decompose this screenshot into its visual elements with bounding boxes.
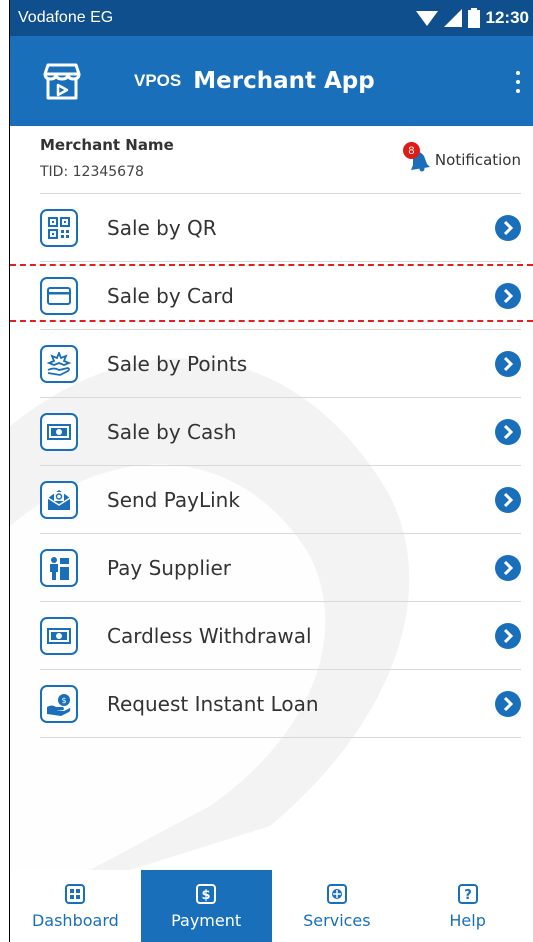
menu-item-label: Send PayLink — [107, 487, 240, 512]
status-icons: 12:30 — [415, 8, 533, 28]
notification-button[interactable]: 8 Notification — [402, 142, 521, 172]
clock: 12:30 — [485, 8, 529, 27]
signal-icon — [443, 9, 462, 27]
cash-icon — [40, 412, 78, 451]
chevron-right-icon — [495, 283, 521, 309]
services-icon — [326, 883, 348, 905]
chevron-right-icon — [495, 623, 521, 649]
menu-item-label: Sale by Cash — [107, 419, 237, 444]
nav-services[interactable]: Services — [272, 870, 403, 942]
menu-item-sale-by-qr[interactable]: Sale by QR — [40, 194, 521, 262]
menu-item-label: Sale by Card — [107, 283, 234, 308]
svg-text:?: ? — [464, 888, 472, 903]
more-vert-icon[interactable] — [515, 71, 521, 93]
svg-text:$: $ — [202, 888, 211, 903]
qr-code-icon — [40, 208, 78, 247]
notification-label: Notification — [434, 151, 521, 169]
menu-item-label: Cardless Withdrawal — [107, 623, 312, 648]
chevron-right-icon — [495, 215, 521, 241]
menu-item-label: Sale by QR — [107, 215, 217, 240]
chevron-right-icon — [495, 555, 521, 581]
app-bar: VPOS Merchant App — [10, 36, 533, 126]
menu-item-sale-by-cash[interactable]: Sale by Cash — [40, 398, 521, 466]
status-bar: Vodafone EG 12:30 — [10, 0, 533, 36]
chevron-right-icon — [495, 419, 521, 445]
dashboard-icon — [64, 883, 86, 905]
chevron-right-icon — [495, 691, 521, 717]
points-icon — [40, 344, 78, 383]
chevron-right-icon — [495, 351, 521, 377]
store-icon — [40, 59, 84, 103]
nav-help[interactable]: ? Help — [402, 870, 533, 942]
menu-item-pay-supplier[interactable]: Pay Supplier — [40, 534, 521, 602]
nav-label: Dashboard — [31, 910, 119, 930]
nav-label: Services — [303, 910, 371, 930]
carrier-name: Vodafone EG — [18, 9, 114, 26]
menu-item-sale-by-card[interactable]: Sale by Card — [40, 262, 521, 330]
notification-badge: 8 — [402, 142, 420, 159]
frame-border — [9, 0, 10, 942]
menu-item-send-paylink[interactable]: Send PayLink — [40, 466, 521, 534]
menu-item-cardless-withdrawal[interactable]: Cardless Withdrawal — [40, 602, 521, 670]
svg-text:$: $ — [61, 696, 66, 705]
app-title: Merchant App — [193, 68, 375, 94]
payment-menu: Sale by QR Sale by Card Sale by Points S… — [40, 194, 521, 738]
paylink-icon — [40, 480, 78, 519]
menu-item-label: Request Instant Loan — [107, 691, 319, 716]
menu-item-label: Pay Supplier — [107, 555, 232, 580]
nav-label: Payment — [171, 910, 242, 930]
help-icon: ? — [457, 883, 479, 905]
terminal-id: TID: 12345678 — [40, 164, 144, 180]
battery-icon — [467, 8, 480, 28]
loan-icon: $ — [40, 684, 78, 723]
main-content: Merchant Name TID: 12345678 8 Notificati… — [10, 126, 533, 870]
bell-icon: 8 — [402, 142, 431, 172]
nav-payment[interactable]: $ Payment — [140, 870, 272, 942]
nav-dashboard[interactable]: Dashboard — [10, 870, 141, 942]
menu-item-sale-by-points[interactable]: Sale by Points — [40, 330, 521, 398]
withdrawal-icon — [40, 616, 78, 655]
chevron-right-icon — [495, 487, 521, 513]
bottom-nav: Dashboard $ Payment Services ? Help — [10, 870, 533, 942]
nav-label: Help — [449, 910, 486, 930]
menu-item-label: Sale by Points — [107, 351, 248, 376]
menu-item-request-instant-loan[interactable]: $ Request Instant Loan — [40, 670, 521, 738]
merchant-header: Merchant Name TID: 12345678 8 Notificati… — [40, 126, 521, 194]
merchant-name: Merchant Name — [40, 136, 174, 154]
card-icon — [40, 276, 78, 315]
brand-label: VPOS — [134, 71, 182, 90]
wifi-icon — [415, 11, 438, 26]
payment-icon: $ — [195, 883, 217, 905]
supplier-icon — [40, 548, 78, 587]
